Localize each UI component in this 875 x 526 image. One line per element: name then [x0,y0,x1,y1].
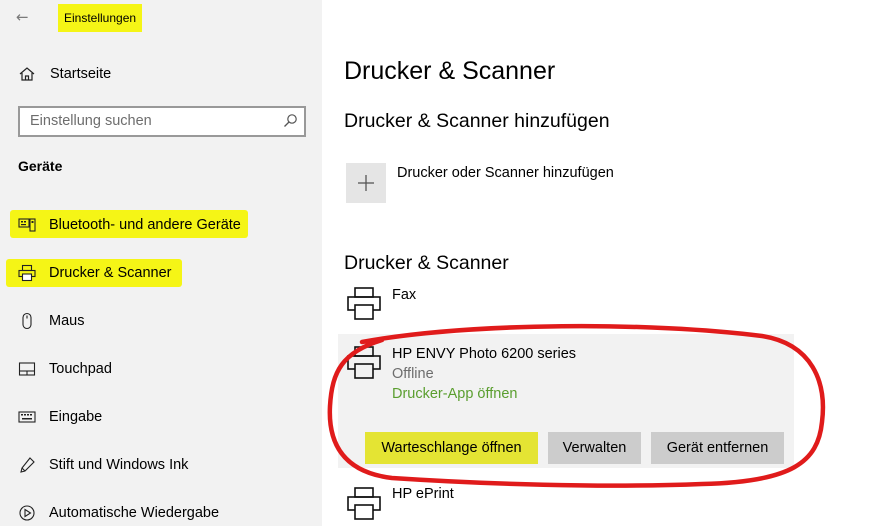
add-printer-label[interactable]: Drucker oder Scanner hinzufügen [397,165,614,181]
printer-name-hp-eprint[interactable]: HP ePrint [392,486,454,502]
remove-device-button[interactable]: Gerät entfernen [651,432,784,464]
printer-list-heading: Drucker & Scanner [344,252,509,274]
sidebar: ← Einstellungen Startseite Einstellung s… [0,0,322,526]
search-placeholder: Einstellung suchen [30,113,152,129]
search-icon [284,114,297,127]
printer-icon [347,287,381,320]
sidebar-item-bluetooth[interactable]: Bluetooth- und andere Geräte [18,213,241,237]
bluetooth-devices-icon [18,218,36,232]
autoplay-icon [19,505,35,521]
back-arrow-icon[interactable]: ← [16,8,34,26]
home-icon [19,67,35,81]
printer-status: Offline [392,366,434,382]
keyboard-icon [18,411,36,423]
manage-button[interactable]: Verwalten [548,432,641,464]
sidebar-item-label: Maus [49,313,85,329]
mouse-icon [22,312,32,330]
sidebar-item-label: Bluetooth- und andere Geräte [49,217,241,233]
sidebar-item-label: Automatische Wiedergabe [49,505,220,521]
window-title: Einstellungen [64,11,137,25]
touchpad-icon [18,362,36,376]
remove-device-label: Gerät entfernen [666,440,769,456]
plus-icon [358,175,374,191]
page-title: Drucker & Scanner [344,57,556,85]
sidebar-item-printers[interactable]: Drucker & Scanner [18,261,172,285]
title-bar: ← Einstellungen [6,4,142,32]
add-printer-button[interactable] [346,163,386,203]
search-input[interactable]: Einstellung suchen [18,106,306,137]
nav-home-label: Startseite [50,66,112,82]
printer-icon [347,487,381,520]
printer-name-fax[interactable]: Fax [392,287,416,303]
printer-name-hp-envy: HP ENVY Photo 6200 series [392,346,577,362]
add-section-heading: Drucker & Scanner hinzufügen [344,110,610,132]
nav-home[interactable]: Startseite [18,62,111,86]
open-queue-label: Warteschlange öffnen [381,440,522,456]
sidebar-item-label: Stift und Windows Ink [49,457,189,473]
open-printer-app-link[interactable]: Drucker-App öffnen [392,386,517,402]
sidebar-item-mouse[interactable]: Maus [18,309,84,333]
section-heading: Geräte [18,158,63,174]
sidebar-item-label: Eingabe [49,409,103,425]
sidebar-item-input[interactable]: Eingabe [18,405,102,429]
printer-icon [347,346,381,379]
printer-icon [18,264,36,282]
sidebar-item-autoplay[interactable]: Automatische Wiedergabe [18,501,219,525]
sidebar-item-touchpad[interactable]: Touchpad [18,357,112,381]
manage-label: Verwalten [562,440,627,456]
sidebar-item-label: Touchpad [49,361,112,377]
sidebar-item-label: Drucker & Scanner [49,265,172,281]
sidebar-item-pen[interactable]: Stift und Windows Ink [18,453,188,477]
open-queue-button[interactable]: Warteschlange öffnen [365,432,538,464]
pen-icon [20,457,35,473]
